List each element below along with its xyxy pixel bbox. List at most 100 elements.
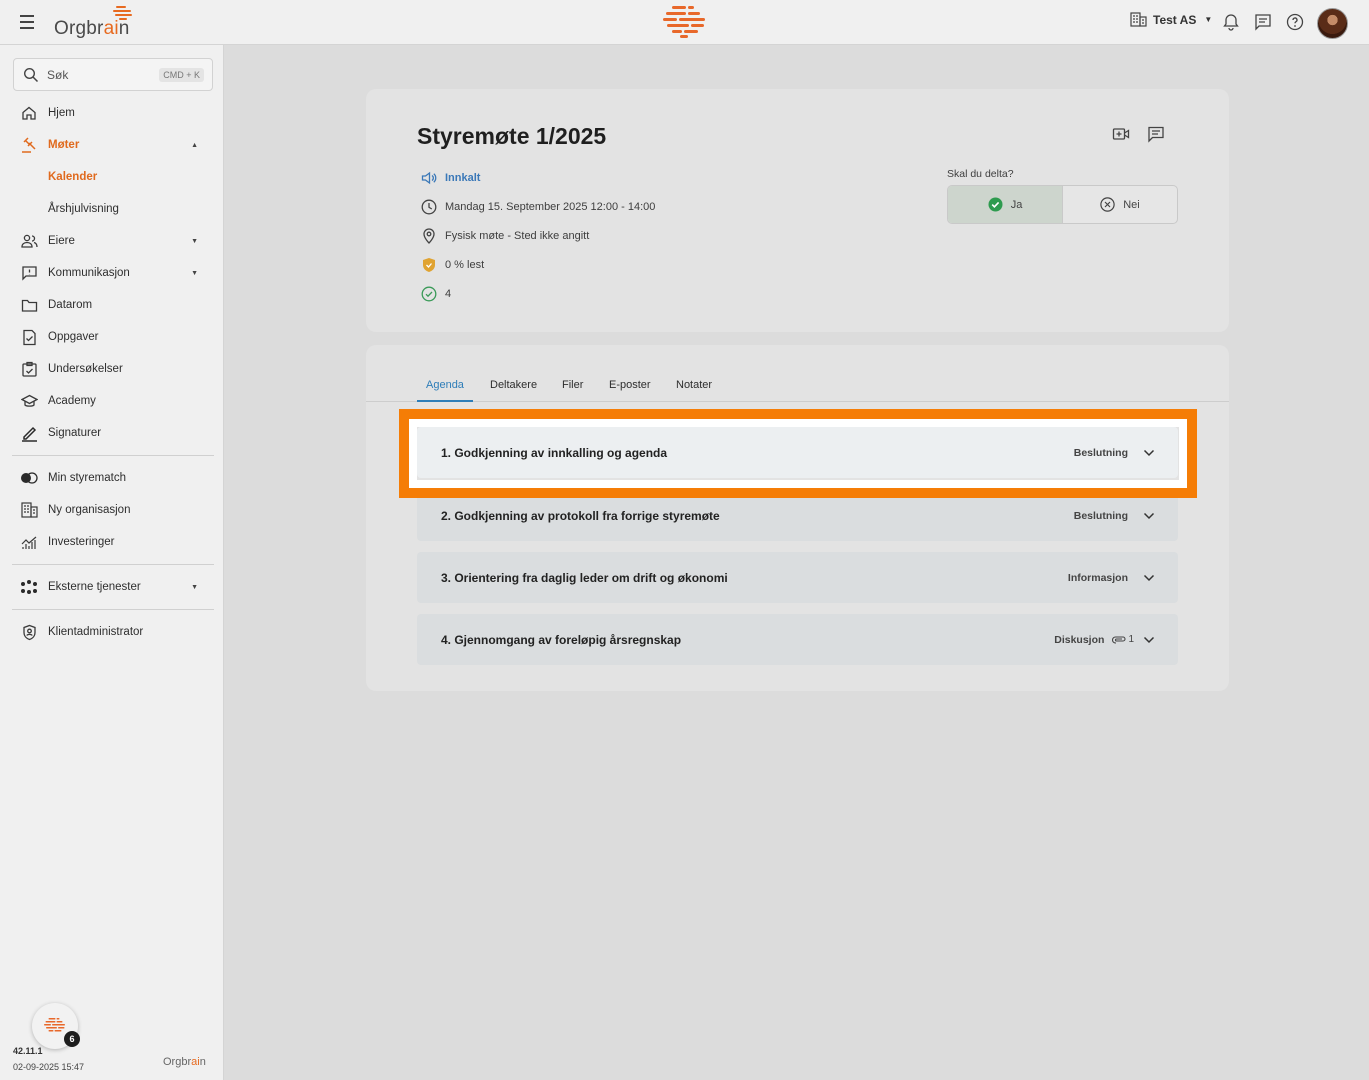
sidebar-item-investeringer[interactable]: Investeringer (12, 526, 214, 558)
bell-icon[interactable] (1221, 12, 1241, 32)
tab-deltakere[interactable]: Deltakere (481, 375, 546, 402)
message-icon[interactable] (1253, 12, 1273, 32)
network-icon (21, 580, 37, 594)
agenda-item-type: Beslutning (1073, 446, 1128, 459)
sidebar-item-academy[interactable]: Academy (12, 385, 214, 417)
help-icon[interactable] (1285, 12, 1305, 32)
sidebar-item-oppgaver[interactable]: Oppgaver (12, 321, 214, 353)
caret-down-icon: ▼ (191, 237, 198, 245)
chat-icon (21, 266, 37, 281)
top-bar: Orgbrain Test AS ▼ (0, 0, 1369, 45)
sidebar-item-hjem[interactable]: Hjem (12, 97, 214, 129)
footer-brand-highlight: ai (191, 1056, 200, 1068)
sidebar-item-label: Min styrematch (48, 472, 126, 484)
sidebar-nav: Hjem Møter ▲ Kalender Årshjulvisning Eie… (12, 97, 214, 648)
tab-notater[interactable]: Notater (667, 375, 721, 402)
check-circle-icon (421, 286, 437, 302)
agenda-item[interactable]: 4. Gjennomgang av foreløpig årsregnskap … (417, 614, 1178, 665)
sidebar-item-label: Eksterne tjenester (48, 581, 141, 593)
sidebar-item-label: Undersøkelser (48, 363, 123, 375)
footer-brand-logo: Orgbrain (163, 1056, 206, 1068)
sidebar-item-kalender[interactable]: Kalender (12, 161, 214, 193)
search-input[interactable]: Søk CMD + K (13, 58, 213, 91)
sidebar-item-label: Kommunikasjon (48, 267, 130, 279)
agenda-item-title: 2. Godkjenning av protokoll fra forrige … (441, 508, 720, 523)
user-avatar[interactable] (1317, 8, 1348, 39)
building-icon (1130, 12, 1147, 27)
meeting-status-text: Innkalt (445, 172, 481, 184)
sidebar-item-ny-organisasjon[interactable]: Ny organisasjon (12, 494, 214, 526)
sidebar-item-datarom[interactable]: Datarom (12, 289, 214, 321)
survey-icon (21, 361, 37, 377)
sidebar: Søk CMD + K Hjem Møter ▲ Kalender Årshju… (0, 45, 224, 1080)
video-call-icon[interactable] (1112, 125, 1130, 143)
agenda-item[interactable]: 2. Godkjenning av protokoll fra forrige … (417, 490, 1178, 541)
sidebar-item-arshjulvisning[interactable]: Årshjulvisning (12, 193, 214, 225)
caret-down-icon: ▼ (1204, 15, 1213, 24)
caret-down-icon: ▼ (191, 269, 198, 277)
meeting-title: Styremøte 1/2025 (417, 123, 607, 149)
sidebar-item-signaturer[interactable]: Signaturer (12, 417, 214, 449)
agenda-item-type: Beslutning (1073, 509, 1128, 522)
sidebar-item-kommunikasjon[interactable]: Kommunikasjon ▼ (12, 257, 214, 289)
brand-logo[interactable]: Orgbrain (54, 6, 132, 40)
search-placeholder: Søk (47, 67, 69, 82)
sidebar-item-undersokelser[interactable]: Undersøkelser (12, 353, 214, 385)
folder-icon (21, 299, 37, 312)
chevron-down-icon (1143, 512, 1155, 519)
footer-brand-suffix: n (199, 1056, 206, 1068)
sidebar-item-label: Årshjulvisning (48, 203, 119, 215)
tab-filer[interactable]: Filer (553, 375, 592, 402)
tab-agenda[interactable]: Agenda (417, 375, 473, 402)
orgbrain-logo-icon[interactable] (662, 4, 708, 40)
agenda-item-title: 1. Godkjenning av innkalling og agenda (441, 445, 668, 460)
nav-divider (12, 564, 214, 565)
shield-icon (22, 624, 36, 640)
agenda-item-title: 4. Gjennomgang av foreløpig årsregnskap (441, 632, 682, 647)
agenda-item-type: Diskusjon (1054, 633, 1105, 646)
pen-icon (21, 426, 37, 442)
orgbrain-logo-icon (44, 1018, 65, 1032)
tab-e-poster[interactable]: E-poster (600, 375, 660, 402)
sidebar-item-eksterne-tjenester[interactable]: Eksterne tjenester ▼ (12, 571, 214, 603)
comment-icon[interactable] (1147, 125, 1165, 143)
sidebar-item-label: Datarom (48, 299, 93, 311)
megaphone-icon (421, 171, 437, 185)
brand-highlight: ai (103, 18, 119, 39)
toggle-icon (21, 472, 38, 484)
sidebar-item-moter[interactable]: Møter ▲ (12, 129, 214, 161)
brand-suffix: n (118, 18, 130, 39)
sidebar-item-label: Hjem (48, 107, 75, 119)
sidebar-item-klientadministrator[interactable]: Klientadministrator (12, 616, 214, 648)
organization-selector[interactable]: Test AS ▼ (1130, 12, 1212, 27)
caret-down-icon: ▼ (191, 583, 198, 591)
sidebar-footer: 6 42.11.1 02-09-2025 15:47 Orgbrain (0, 1000, 224, 1080)
sidebar-item-label: Investeringer (48, 536, 115, 548)
attachment-count-text: 1 (1128, 634, 1134, 645)
sidebar-item-min-styrematch[interactable]: Min styrematch (12, 462, 214, 494)
agenda-item-title: 3. Orientering fra daglig leder om drift… (441, 570, 728, 585)
brand-prefix: Orgbr (54, 18, 104, 39)
attend-no-button[interactable]: Nei (1063, 186, 1177, 223)
search-icon (23, 67, 39, 82)
read-shield-icon (423, 258, 435, 272)
meeting-datetime-text: Mandag 15. September 2025 12:00 - 14:00 (445, 201, 656, 213)
search-shortcut: CMD + K (159, 67, 204, 82)
meeting-read-status: 0 % lest (421, 255, 484, 275)
sidebar-item-label: Eiere (48, 235, 75, 247)
sidebar-item-eiere[interactable]: Eiere ▼ (12, 225, 214, 257)
cancel-circle-icon (1100, 197, 1115, 212)
agenda-item[interactable]: 3. Orientering fra daglig leder om drift… (417, 552, 1178, 603)
chevron-down-icon (1143, 574, 1155, 581)
attend-question: Skal du delta? (947, 168, 1014, 180)
meeting-datetime: Mandag 15. September 2025 12:00 - 14:00 (421, 197, 655, 217)
attend-yes-button[interactable]: Ja (948, 186, 1063, 223)
meeting-card: Styremøte 1/2025 Innkalt Mandag 15. Sept… (366, 89, 1229, 332)
agenda-item[interactable]: 1. Godkjenning av innkalling og agenda B… (417, 427, 1178, 478)
agenda-card: Agenda Deltakere Filer E-poster Notater … (366, 345, 1229, 691)
sidebar-item-label: Kalender (48, 171, 98, 183)
meeting-approved: 4 (421, 284, 451, 304)
notification-badge: 6 (64, 1031, 80, 1047)
building-icon (20, 502, 38, 518)
hamburger-menu-icon[interactable] (16, 12, 38, 32)
